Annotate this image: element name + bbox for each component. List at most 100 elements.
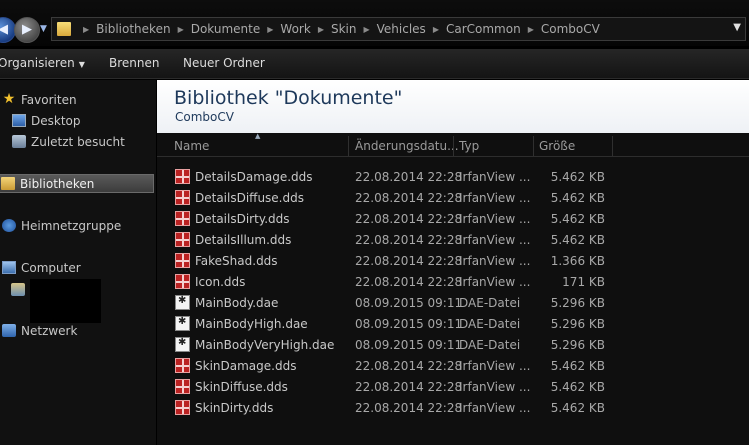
breadcrumb-item[interactable]: Skin	[331, 22, 357, 36]
new-folder-button[interactable]: Neuer Ordner	[183, 56, 265, 70]
file-size: 171 KB	[562, 275, 605, 289]
forward-button[interactable]: ▶	[14, 17, 40, 43]
file-type: DAE-Datei	[459, 317, 521, 331]
burn-button[interactable]: Brennen	[109, 56, 159, 70]
file-row[interactable]: Icon.dds 22.08.2014 22:28 IrfanView ... 171…	[173, 271, 749, 292]
column-name[interactable]: Name	[174, 139, 209, 153]
file-name: DetailsIllum.dds	[195, 233, 292, 247]
organize-button[interactable]: Organisieren ▼	[0, 56, 85, 70]
chevron-right-icon[interactable]: ▶	[178, 25, 184, 34]
chevron-right-icon[interactable]: ▶	[83, 25, 89, 34]
file-row[interactable]: FakeShad.dds 22.08.2014 22:28 IrfanView ..…	[173, 250, 749, 271]
breadcrumb-item[interactable]: CarCommon	[446, 22, 521, 36]
file-row[interactable]: DetailsDirty.dds 22.08.2014 22:28 IrfanVie…	[173, 208, 749, 229]
file-date: 22.08.2014 22:28	[355, 380, 463, 394]
breadcrumb-item[interactable]: Dokumente	[191, 22, 261, 36]
navigation-pane: ★ Favoriten Desktop Zuletzt besucht Bibl…	[0, 80, 156, 445]
nav-label: Bibliotheken	[20, 176, 95, 191]
column-header-row: ▲ Name Änderungsdatu... Typ Größe	[157, 132, 749, 157]
nav-label: Computer	[21, 260, 81, 275]
sort-ascending-icon: ▲	[255, 132, 261, 140]
column-divider[interactable]	[612, 136, 613, 156]
nav-item-user-drive[interactable]	[11, 280, 30, 299]
file-type: IrfanView ...	[459, 191, 531, 205]
file-name: MainBodyHigh.dae	[195, 317, 308, 331]
nav-item-network[interactable]: Netzwerk	[2, 321, 77, 340]
chevron-right-icon[interactable]: ▶	[363, 25, 369, 34]
redacted-area	[30, 279, 101, 323]
file-type: DAE-Datei	[459, 338, 521, 352]
file-name: FakeShad.dds	[195, 254, 278, 268]
arrange-by-link[interactable]: ComboCV	[175, 110, 234, 124]
homegroup-icon	[2, 219, 16, 232]
file-type: IrfanView ...	[459, 380, 531, 394]
dds-file-icon	[175, 274, 190, 289]
path-box[interactable]: ▶ Bibliotheken ▶ Dokumente ▶ Work ▶ Skin…	[51, 17, 746, 41]
dds-file-icon	[175, 211, 190, 226]
chevron-right-icon[interactable]: ▶	[528, 25, 534, 34]
file-row[interactable]: DetailsDiffuse.dds 22.08.2014 22:28 IrfanV…	[173, 187, 749, 208]
network-icon	[2, 324, 16, 337]
nav-label: Netzwerk	[21, 323, 78, 338]
breadcrumb-item[interactable]: ComboCV	[541, 22, 600, 36]
file-row[interactable]: DetailsDamage.dds 22.08.2014 22:28 IrfanVi…	[173, 166, 749, 187]
file-name: MainBodyVeryHigh.dae	[195, 338, 335, 352]
breadcrumb-item[interactable]: Bibliotheken	[96, 22, 170, 36]
file-row[interactable]: MainBodyHigh.dae 08.09.2015 09:11DAE-Date…	[173, 313, 749, 334]
file-size: 5.462 KB	[550, 401, 605, 415]
file-size: 5.296 KB	[550, 317, 605, 331]
file-name: Icon.dds	[195, 275, 246, 289]
file-date: 22.08.2014 22:28	[355, 275, 463, 289]
nav-item-recent[interactable]: Zuletzt besucht	[12, 132, 125, 151]
path-dropdown-icon[interactable]: ▼	[733, 22, 741, 33]
file-type: IrfanView ...	[459, 170, 531, 184]
column-size[interactable]: Größe	[539, 139, 575, 153]
file-size: 5.462 KB	[550, 191, 605, 205]
file-size: 1.366 KB	[550, 254, 605, 268]
column-divider[interactable]	[348, 136, 349, 156]
organize-label: Organisieren	[0, 56, 75, 70]
star-icon: ★	[2, 91, 16, 107]
nav-item-homegroup[interactable]: Heimnetzgruppe	[2, 216, 121, 235]
column-type[interactable]: Typ	[459, 139, 479, 153]
column-divider[interactable]	[533, 136, 534, 156]
file-list-pane: Bibliothek "Dokumente" ComboCV ▲ Name Än…	[157, 80, 749, 445]
chevron-right-icon[interactable]: ▶	[318, 25, 324, 34]
dds-file-icon	[175, 358, 190, 373]
dds-file-icon	[175, 169, 190, 184]
file-row[interactable]: SkinDiffuse.dds 22.08.2014 22:28 IrfanView…	[173, 376, 749, 397]
file-date: 22.08.2014 22:28	[355, 359, 463, 373]
column-divider[interactable]	[453, 136, 454, 156]
file-size: 5.462 KB	[550, 380, 605, 394]
library-header: Bibliothek "Dokumente" ComboCV	[157, 80, 749, 133]
nav-item-computer[interactable]: Computer	[2, 258, 81, 277]
dds-file-icon	[175, 379, 190, 394]
dds-file-icon	[175, 232, 190, 247]
nav-item-favorites[interactable]: ★ Favoriten	[2, 90, 77, 109]
file-row[interactable]: SkinDamage.dds 22.08.2014 22:28 IrfanView …	[173, 355, 749, 376]
dae-file-icon	[175, 337, 190, 352]
nav-label: Favoriten	[21, 92, 77, 107]
file-type: IrfanView ...	[459, 275, 531, 289]
column-date[interactable]: Änderungsdatu...	[355, 139, 459, 153]
breadcrumb-item[interactable]: Work	[280, 22, 310, 36]
file-type: IrfanView ...	[459, 401, 531, 415]
nav-item-desktop[interactable]: Desktop	[12, 111, 81, 130]
file-name: SkinDamage.dds	[195, 359, 297, 373]
file-row[interactable]: MainBody.dae 08.09.2015 09:11DAE-Datei 5.2…	[173, 292, 749, 313]
file-size: 5.296 KB	[550, 296, 605, 310]
file-size: 5.462 KB	[550, 233, 605, 247]
computer-icon	[2, 261, 16, 274]
file-type: IrfanView ...	[459, 233, 531, 247]
dds-file-icon	[175, 400, 190, 415]
breadcrumb-item[interactable]: Vehicles	[377, 22, 426, 36]
nav-label: Heimnetzgruppe	[21, 218, 122, 233]
chevron-right-icon[interactable]: ▶	[267, 25, 273, 34]
file-row[interactable]: SkinDirty.dds 22.08.2014 22:28 IrfanView .…	[173, 397, 749, 418]
chevron-right-icon[interactable]: ▶	[433, 25, 439, 34]
dae-file-icon	[175, 316, 190, 331]
file-row[interactable]: DetailsIllum.dds 22.08.2014 22:28 IrfanVie…	[173, 229, 749, 250]
recent-pages-dropdown-icon[interactable]: ▼	[40, 24, 47, 34]
nav-item-libraries[interactable]: Bibliotheken	[0, 174, 154, 193]
file-row[interactable]: MainBodyVeryHigh.dae 08.09.2015 09:11DAE-…	[173, 334, 749, 355]
